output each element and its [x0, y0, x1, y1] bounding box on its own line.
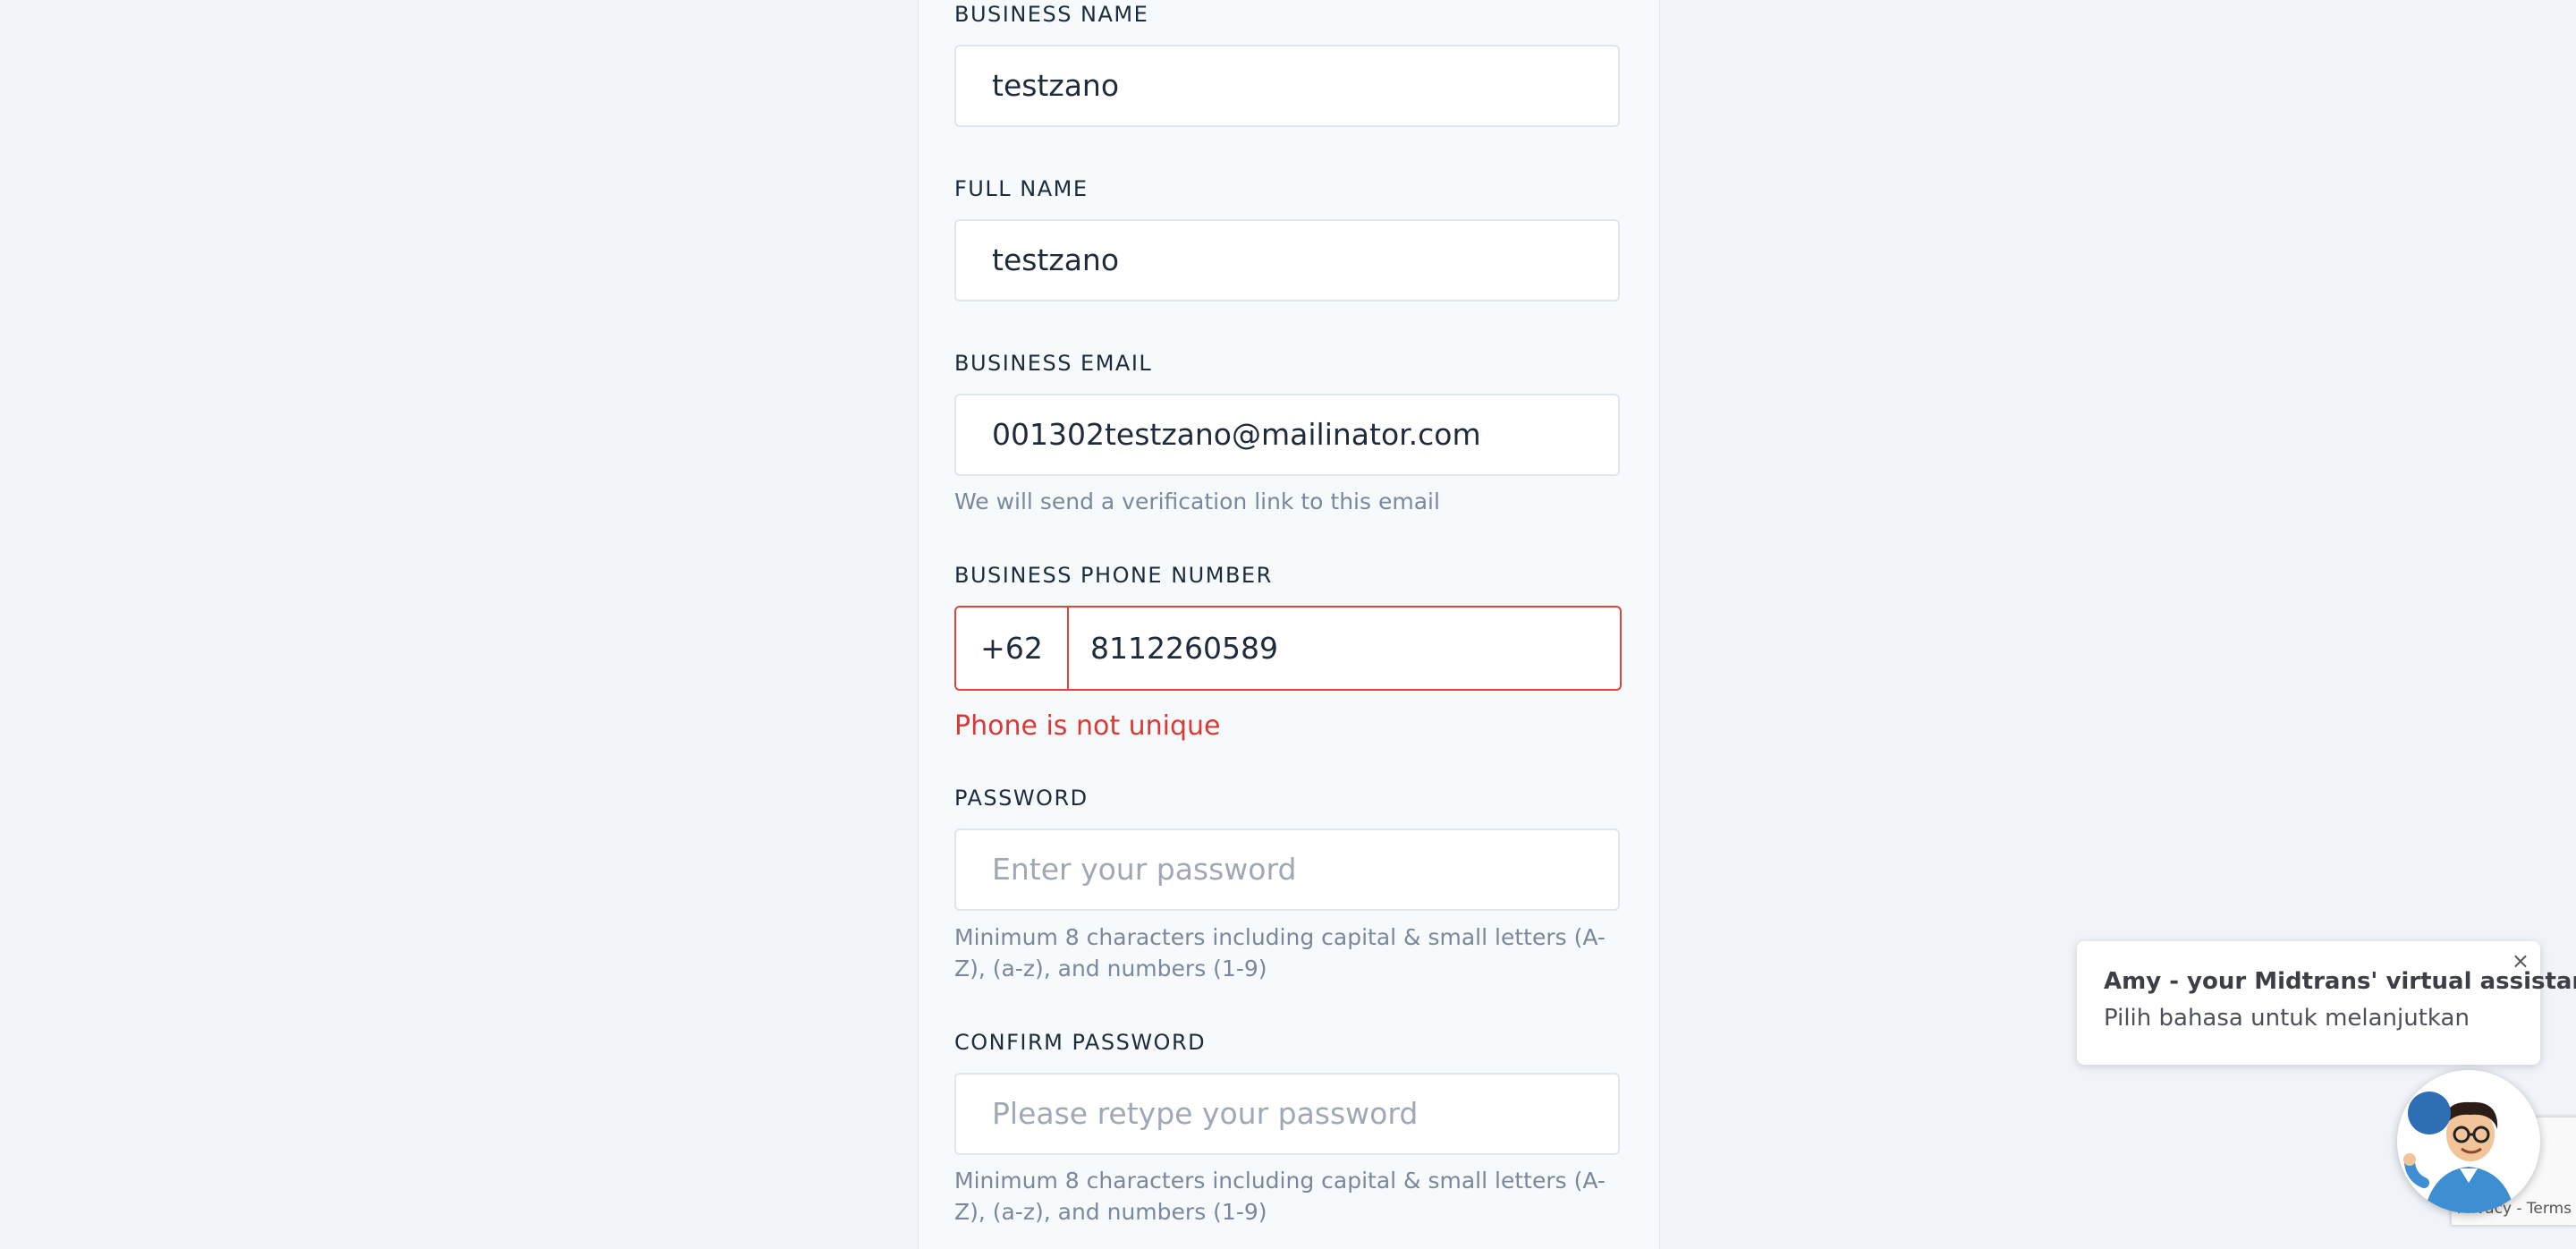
full-name-label: FULL NAME	[954, 176, 1089, 201]
assistant-avatar-illustration	[2401, 1074, 2537, 1213]
chat-title: Amy - your Midtrans' virtual assistant	[2104, 968, 2576, 995]
close-icon[interactable]: ×	[2512, 948, 2529, 973]
business-email-input[interactable]: 001302testzano@mailinator.com	[954, 394, 1620, 476]
password-help: Minimum 8 characters including capital &…	[954, 924, 1606, 981]
confirm-password-label: CONFIRM PASSWORD	[954, 1030, 1207, 1055]
business-phone-input[interactable]: 8112260589	[1090, 608, 1278, 689]
business-email-help: We will send a verification link to this…	[954, 489, 1440, 514]
business-name-label: BUSINESS NAME	[954, 2, 1149, 27]
business-name-input[interactable]: testzano	[954, 45, 1620, 127]
password-label: PASSWORD	[954, 786, 1089, 811]
confirm-password-input[interactable]: Please retype your password	[954, 1073, 1620, 1155]
chat-subtitle: Pilih bahasa untuk melanjutkan	[2104, 1005, 2470, 1032]
password-input[interactable]: Enter your password	[954, 828, 1620, 911]
business-email-label: BUSINESS EMAIL	[954, 351, 1153, 376]
phone-error-message: Phone is not unique	[954, 710, 1221, 742]
confirm-password-help: Minimum 8 characters including capital &…	[954, 1168, 1606, 1225]
full-name-input[interactable]: testzano	[954, 219, 1620, 302]
chat-popup[interactable]: Amy - your Midtrans' virtual assistant P…	[2077, 941, 2576, 1065]
phone-country-prefix[interactable]: +62	[956, 608, 1069, 689]
business-phone-label: BUSINESS PHONE NUMBER	[954, 563, 1273, 588]
assistant-avatar-icon[interactable]	[2397, 1070, 2540, 1213]
business-phone-field[interactable]: +62 8112260589	[954, 606, 1622, 691]
